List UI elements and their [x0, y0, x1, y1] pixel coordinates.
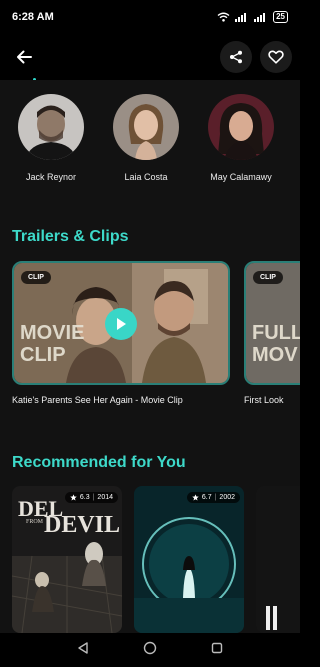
star-icon	[70, 494, 77, 501]
triangle-back-icon	[78, 641, 89, 654]
rating-badge: 6.3 | 2014	[64, 492, 118, 503]
release-year: 2002	[219, 494, 235, 501]
clip-card[interactable]: CLIP FULL MOV First Look	[244, 261, 300, 405]
rating-badge: 6.7 | 2002	[186, 492, 240, 503]
avatar	[208, 94, 274, 160]
cast-item[interactable]: May Calamawy	[197, 94, 285, 182]
clip-badge: CLIP	[21, 271, 51, 284]
back-button[interactable]	[12, 45, 36, 69]
cast-item[interactable]: Jack Reynor	[7, 94, 95, 182]
share-icon	[230, 50, 242, 64]
battery-icon: 25	[273, 11, 288, 23]
status-time: 6:28 AM	[12, 11, 54, 23]
rating-value: 6.3	[79, 494, 90, 501]
clip-card[interactable]: CLIP MOVIE CLIP Katie's Parents See Her …	[12, 261, 230, 405]
star-icon	[192, 494, 199, 501]
heart-icon	[268, 50, 284, 64]
cast-name: May Calamawy	[210, 172, 272, 182]
clip-thumbnail: CLIP FULL MOV	[244, 261, 300, 385]
wifi-icon	[217, 12, 230, 22]
status-bar: 6:28 AM 25	[0, 0, 300, 34]
cast-item[interactable]: Laia Costa	[102, 94, 190, 182]
clip-overlay-text: CLIP	[20, 344, 66, 366]
clip-overlay-text: FULL	[252, 322, 300, 344]
recommended-list: DEL FROM DEVIL 6.3 | 2014 6.7 | 2002	[12, 486, 300, 633]
cast-list: Jack Reynor Laia Costa May Calamawy N	[0, 94, 300, 182]
nav-recents-button[interactable]	[210, 641, 224, 660]
rating-value: 6.7	[201, 494, 212, 501]
clip-title: Katie's Parents See Her Again - Movie Cl…	[12, 395, 183, 405]
status-icons: 25	[217, 11, 288, 23]
movie-poster-card[interactable]: 6.7 | 2002	[134, 486, 244, 633]
trailers-list: CLIP MOVIE CLIP Katie's Parents See Her …	[12, 261, 300, 405]
play-icon	[117, 318, 126, 330]
detail-content[interactable]: Jack Reynor Laia Costa May Calamawy N Tr…	[0, 80, 300, 633]
recommended-section-title: Recommended for You	[12, 454, 186, 471]
app-header	[0, 34, 300, 80]
clip-overlay-text: MOVIE	[20, 322, 85, 344]
share-button[interactable]	[220, 41, 252, 73]
clip-badge: CLIP	[253, 271, 283, 284]
release-year: 2014	[97, 494, 113, 501]
clip-thumbnail: CLIP MOVIE CLIP	[12, 261, 230, 385]
nav-back-button[interactable]	[76, 641, 90, 660]
poster-text: DEVIL	[44, 512, 121, 538]
cast-item[interactable]: N	[292, 94, 300, 182]
signal-icon-2	[254, 13, 266, 22]
clip-title: First Look	[244, 395, 284, 405]
favorite-button[interactable]	[260, 41, 292, 73]
movie-poster-card[interactable]	[256, 486, 300, 633]
movie-poster-card[interactable]: DEL FROM DEVIL 6.3 | 2014	[12, 486, 122, 633]
trailers-section-title: Trailers & Clips	[12, 228, 129, 245]
play-button[interactable]	[105, 308, 137, 340]
cast-name: Laia Costa	[124, 172, 168, 182]
signal-icon	[235, 13, 247, 22]
avatar	[18, 94, 84, 160]
square-recents-icon	[211, 642, 222, 653]
avatar	[113, 94, 179, 160]
circle-home-icon	[143, 641, 157, 654]
cast-name: Jack Reynor	[25, 172, 77, 182]
nav-home-button[interactable]	[143, 641, 157, 660]
clip-overlay-text: MOV	[252, 344, 298, 366]
arrow-left-icon	[17, 50, 32, 64]
system-nav-bar	[0, 633, 300, 667]
poster-text: FROM	[26, 519, 44, 525]
